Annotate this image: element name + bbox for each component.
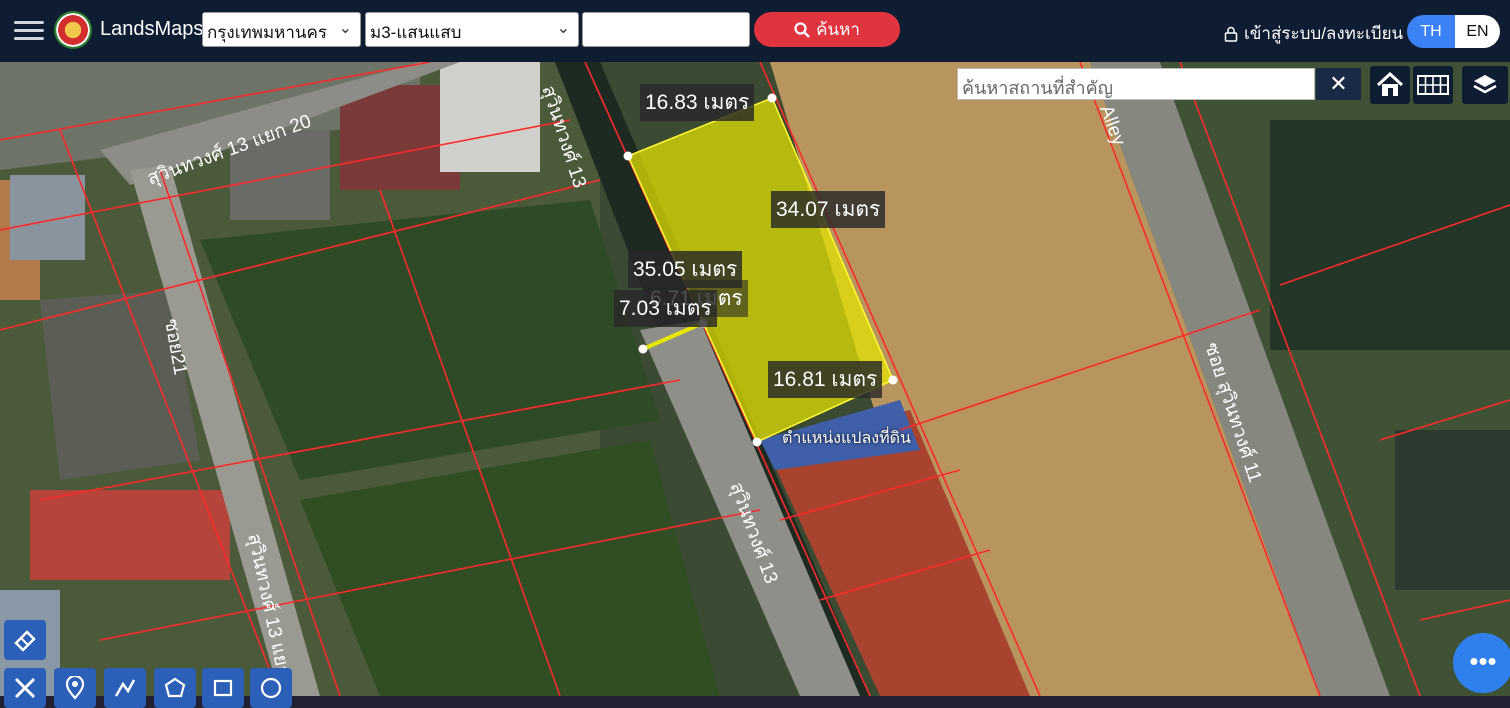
chevron-down-icon: ⌄ <box>556 20 570 37</box>
measurement-label: 7.03 เมตร <box>614 290 717 327</box>
roof <box>10 175 85 260</box>
roof <box>30 490 230 580</box>
polygon-tool-button[interactable] <box>154 668 196 708</box>
satellite-map[interactable]: สุวินทวงศ์ 13 แยก 20 สุวินทวงศ์ 13 สุวิน… <box>0 62 1510 696</box>
pin-icon <box>65 676 85 700</box>
home-icon <box>1376 72 1404 96</box>
layers-button[interactable] <box>1462 66 1508 104</box>
measurement-label: 16.81 เมตร <box>768 361 883 398</box>
chevron-down-icon: ⌄ <box>338 20 352 37</box>
district-select[interactable]: ม3-แสนแสบ ⌄ <box>365 12 579 47</box>
circle-tool-button[interactable] <box>250 668 292 708</box>
eraser-icon <box>14 630 36 652</box>
marker-tool-button[interactable] <box>54 668 96 708</box>
top-bar: LandsMaps กรุงเทพมหานคร ⌄ ม3-แสนแสบ ⌄ ค้… <box>0 0 1510 62</box>
brand-title: LandsMaps <box>100 18 204 40</box>
login-link[interactable]: เข้าสู่ระบบ/ลงทะเบียน <box>1224 20 1403 47</box>
rectangle-icon <box>213 679 233 697</box>
polyline-icon <box>114 679 136 697</box>
grid-button[interactable] <box>1413 66 1453 104</box>
lang-th-button[interactable]: TH <box>1407 15 1455 48</box>
rectangle-tool-button[interactable] <box>202 668 244 708</box>
login-label: เข้าสู่ระบบ/ลงทะเบียน <box>1244 24 1404 43</box>
place-search-input[interactable]: ค้นหาสถานที่สำคัญ <box>957 68 1315 100</box>
measurement-label: 34.07 เมตร <box>771 191 886 228</box>
circle-icon <box>260 677 282 699</box>
polygon-icon <box>164 677 186 698</box>
lock-icon <box>1224 26 1238 42</box>
search-button-label: ค้นหา <box>816 20 860 39</box>
province-select-value: กรุงเทพมหานคร <box>207 23 328 42</box>
clear-search-button[interactable]: ✕ <box>1316 68 1361 100</box>
home-button[interactable] <box>1370 66 1410 104</box>
parcel-number-input[interactable] <box>582 12 750 47</box>
pond <box>1395 430 1510 590</box>
roof <box>440 62 540 172</box>
lang-en-button[interactable]: EN <box>1455 15 1500 48</box>
landsmaps-logo <box>54 11 92 49</box>
layers-icon <box>1473 75 1497 94</box>
search-icon <box>794 21 810 38</box>
search-button[interactable]: ค้นหา <box>754 12 900 47</box>
ruler-icon <box>14 677 36 699</box>
measurement-label: 16.83 เมตร <box>640 84 755 121</box>
line-tool-button[interactable] <box>104 668 146 708</box>
menu-icon[interactable] <box>14 16 44 44</box>
more-options-button[interactable]: ••• <box>1453 633 1510 693</box>
grid-icon <box>1417 75 1449 95</box>
measure-tool-button[interactable] <box>4 668 46 708</box>
eraser-tool-button[interactable] <box>4 620 46 660</box>
parcel-location-label: ตำแหน่งแปลงที่ดิน <box>782 430 911 447</box>
province-select[interactable]: กรุงเทพมหานคร ⌄ <box>202 12 361 47</box>
pond <box>1270 120 1510 350</box>
district-select-value: ม3-แสนแสบ <box>370 23 462 42</box>
